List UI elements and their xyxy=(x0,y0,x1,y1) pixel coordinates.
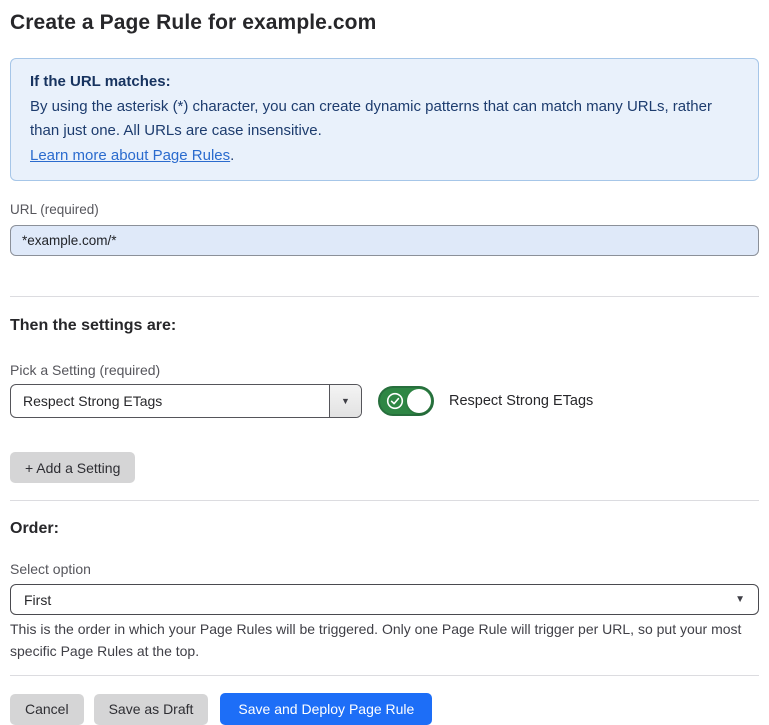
add-setting-button[interactable]: + Add a Setting xyxy=(10,452,135,483)
link-suffix: . xyxy=(230,147,234,164)
info-box-body: By using the asterisk (*) character, you… xyxy=(30,95,739,144)
check-icon xyxy=(386,392,404,415)
chevron-down-icon: ▼ xyxy=(735,594,745,605)
order-select[interactable]: First ▼ xyxy=(10,584,759,615)
pick-setting-label: Pick a Setting (required) xyxy=(10,362,759,378)
footer-divider xyxy=(10,675,759,676)
setting-select-value: Respect Strong ETags xyxy=(11,385,329,417)
chevron-down-icon: ▼ xyxy=(341,396,350,406)
page-title: Create a Page Rule for example.com xyxy=(10,0,759,35)
etag-toggle-group: Respect Strong ETags xyxy=(378,386,593,416)
info-box-heading: If the URL matches: xyxy=(30,70,739,95)
order-select-value: First xyxy=(24,592,735,608)
cancel-button[interactable]: Cancel xyxy=(10,694,84,725)
toggle-label: Respect Strong ETags xyxy=(449,393,593,409)
toggle-knob xyxy=(407,389,431,413)
info-box-link-line: Learn more about Page Rules. xyxy=(30,144,739,169)
setting-row: Respect Strong ETags ▼ Respect Strong ET… xyxy=(10,384,759,418)
section-divider xyxy=(10,296,759,297)
learn-more-link[interactable]: Learn more about Page Rules xyxy=(30,147,230,164)
dropdown-arrow-button[interactable]: ▼ xyxy=(329,385,361,417)
url-field-label: URL (required) xyxy=(10,202,759,217)
url-matches-info-box: If the URL matches: By using the asteris… xyxy=(10,58,759,181)
order-section-heading: Order: xyxy=(10,520,759,538)
setting-select[interactable]: Respect Strong ETags ▼ xyxy=(10,384,362,418)
order-select-label: Select option xyxy=(10,561,759,577)
footer-actions: Cancel Save as Draft Save and Deploy Pag… xyxy=(10,693,759,725)
save-deploy-button[interactable]: Save and Deploy Page Rule xyxy=(220,693,432,725)
respect-etags-toggle[interactable] xyxy=(378,386,434,416)
url-input[interactable] xyxy=(10,225,759,256)
page-rule-form: Create a Page Rule for example.com If th… xyxy=(0,0,769,725)
save-draft-button[interactable]: Save as Draft xyxy=(94,694,209,725)
order-help-text: This is the order in which your Page Rul… xyxy=(10,619,750,662)
section-divider xyxy=(10,500,759,501)
settings-section-heading: Then the settings are: xyxy=(10,317,759,335)
